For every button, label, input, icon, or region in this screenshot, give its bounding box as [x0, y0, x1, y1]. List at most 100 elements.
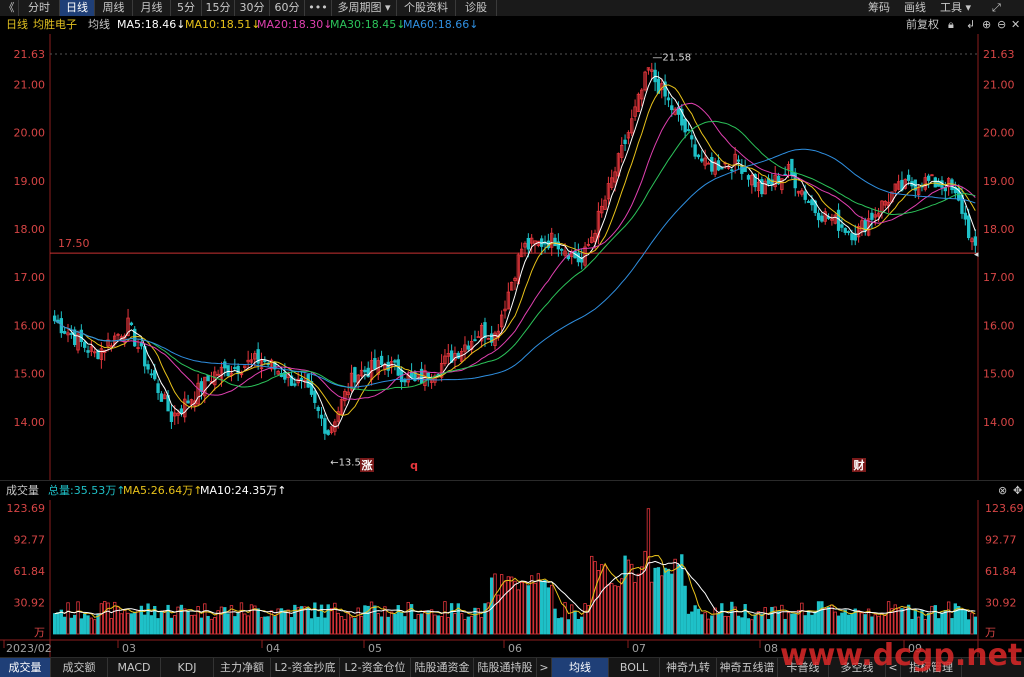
volume-bar — [373, 605, 377, 635]
candle-body — [670, 105, 674, 111]
volume-bar — [783, 618, 787, 635]
volume-bar — [79, 618, 84, 635]
indicator-tab-10[interactable]: 均线 — [552, 658, 609, 677]
volume-bar — [313, 602, 317, 635]
volume-bar — [243, 613, 247, 635]
indicator-tab-13[interactable]: 神奇五线谱 — [717, 658, 778, 677]
close-icon[interactable]: ✕ — [1011, 16, 1020, 34]
volume-bar — [716, 612, 721, 635]
volume-bar — [650, 581, 654, 635]
draw-line-button[interactable]: 画线 — [904, 0, 926, 16]
candle-body — [743, 167, 747, 173]
tab-6[interactable]: 30分 — [235, 0, 270, 16]
volume-bar — [413, 619, 417, 635]
volume-bar — [633, 582, 637, 635]
price-tick-left: 17.00 — [14, 271, 46, 284]
indicator-tab-7[interactable]: 陆股通资金 — [411, 658, 474, 677]
volume-bar — [306, 607, 310, 635]
tab-11[interactable]: 诊股 — [456, 0, 497, 16]
back-button[interactable]: 《 — [0, 0, 19, 16]
volume-bar — [453, 612, 457, 635]
volume-bar — [880, 613, 884, 635]
volume-bar — [730, 601, 734, 635]
tab-1[interactable]: 日线 — [60, 0, 95, 16]
indicator-tab-5[interactable]: L2-资金抄底 — [271, 658, 340, 677]
zoom-out-icon[interactable]: ⊖ — [997, 16, 1006, 34]
volume-bar — [99, 603, 104, 635]
tab-2[interactable]: 周线 — [95, 0, 133, 16]
indicator-tab-12[interactable]: 神奇九转 — [660, 658, 717, 677]
volume-tick-right: 123.69 — [985, 502, 1024, 515]
indicator-tab-11[interactable]: BOLL — [609, 658, 660, 677]
stock-name[interactable]: 均胜电子 — [33, 16, 77, 34]
indicator-tab-1[interactable]: 成交额 — [51, 658, 108, 677]
volume-bar — [489, 577, 494, 635]
tools-button[interactable]: 工具 ▾ — [940, 0, 971, 16]
indicator-tab-2[interactable]: MACD — [108, 658, 161, 677]
volume-bar — [479, 617, 484, 635]
indicator-tab-3[interactable]: KDJ — [161, 658, 214, 677]
indicator-tab-9[interactable]: > — [537, 658, 552, 677]
candle-body — [186, 400, 190, 404]
volume-bar — [590, 555, 594, 635]
indicator-tab-4[interactable]: 主力净额 — [214, 658, 271, 677]
indicator-tab-0[interactable]: 成交量 — [0, 658, 51, 677]
volume-bar — [119, 613, 124, 635]
price-tick-right: 21.63 — [983, 48, 1015, 61]
tab-5[interactable]: 15分 — [202, 0, 235, 16]
volume-bar — [379, 616, 384, 635]
volume-bar — [973, 616, 977, 635]
return-icon[interactable]: ↲ — [966, 16, 975, 34]
volume-bar — [660, 575, 664, 635]
tab-3[interactable]: 月线 — [133, 0, 171, 16]
volume-tick-left: 61.84 — [14, 565, 46, 578]
zoom-in-icon[interactable]: ⊕ — [982, 16, 991, 34]
chips-button[interactable]: 筹码 — [868, 0, 890, 16]
lock-icon[interactable]: 🔒︎ — [948, 16, 954, 34]
volume-bar — [676, 564, 681, 635]
date-label: 06 — [508, 642, 522, 655]
volume-bar — [876, 615, 881, 635]
volume-legend-bar: 成交量 总量:35.53万↑ MA5:26.64万↑ MA10:24.35万↑ … — [0, 480, 1024, 501]
tab-4[interactable]: 5分 — [171, 0, 202, 16]
volume-bar — [683, 585, 687, 635]
volume-tick-right: 61.84 — [985, 565, 1017, 578]
volume-bar — [833, 611, 837, 635]
adjust-button[interactable]: 前复权 — [906, 16, 939, 34]
volume-bar — [66, 602, 70, 635]
tab-9[interactable]: 多周期图 ▾ — [332, 0, 397, 16]
volume-chart[interactable]: 123.69 123.69 92.77 92.77 61.84 61.84 30.92 30.… — [0, 500, 1024, 657]
volume-bar — [133, 611, 137, 635]
volume-bar — [469, 615, 474, 635]
tab-0[interactable]: 分时 — [19, 0, 60, 16]
candle-body — [86, 350, 90, 353]
volume-bar — [209, 618, 214, 635]
volume-bar — [830, 604, 834, 635]
volume-bar — [953, 603, 957, 635]
tab-7[interactable]: 60分 — [270, 0, 305, 16]
ma60-value: MA60:18.66↓ — [403, 18, 479, 31]
ma10-line — [54, 84, 976, 416]
volume-bar — [673, 558, 677, 635]
volume-bar — [239, 602, 244, 635]
tab-8[interactable]: ••• — [305, 0, 332, 16]
indicator-tab-6[interactable]: L2-资金仓位 — [340, 658, 411, 677]
candle-body — [950, 179, 954, 191]
volume-bar — [713, 607, 717, 635]
volume-bar — [903, 606, 907, 635]
expand-icon[interactable]: ✥ — [1013, 481, 1022, 501]
candle-body — [419, 368, 424, 384]
price-chart[interactable]: 21.63 21.63 21.00 21.00 20.00 20.00 19.00 19.00… — [0, 34, 1024, 480]
tab-10[interactable]: 个股资料 — [397, 0, 456, 16]
volume-bar — [309, 618, 314, 635]
volume-bar — [149, 615, 154, 635]
volume-bar — [126, 612, 130, 635]
expand-icon[interactable]: ⤢ — [992, 0, 1001, 16]
volume-bar — [620, 578, 624, 635]
volume-bar — [449, 603, 454, 635]
indicator-tab-8[interactable]: 陆股通持股 — [474, 658, 537, 677]
volume-bar — [293, 604, 297, 635]
candle-body — [560, 248, 564, 251]
candle-body — [179, 408, 184, 414]
close-icon[interactable]: ⊗ — [998, 481, 1007, 501]
